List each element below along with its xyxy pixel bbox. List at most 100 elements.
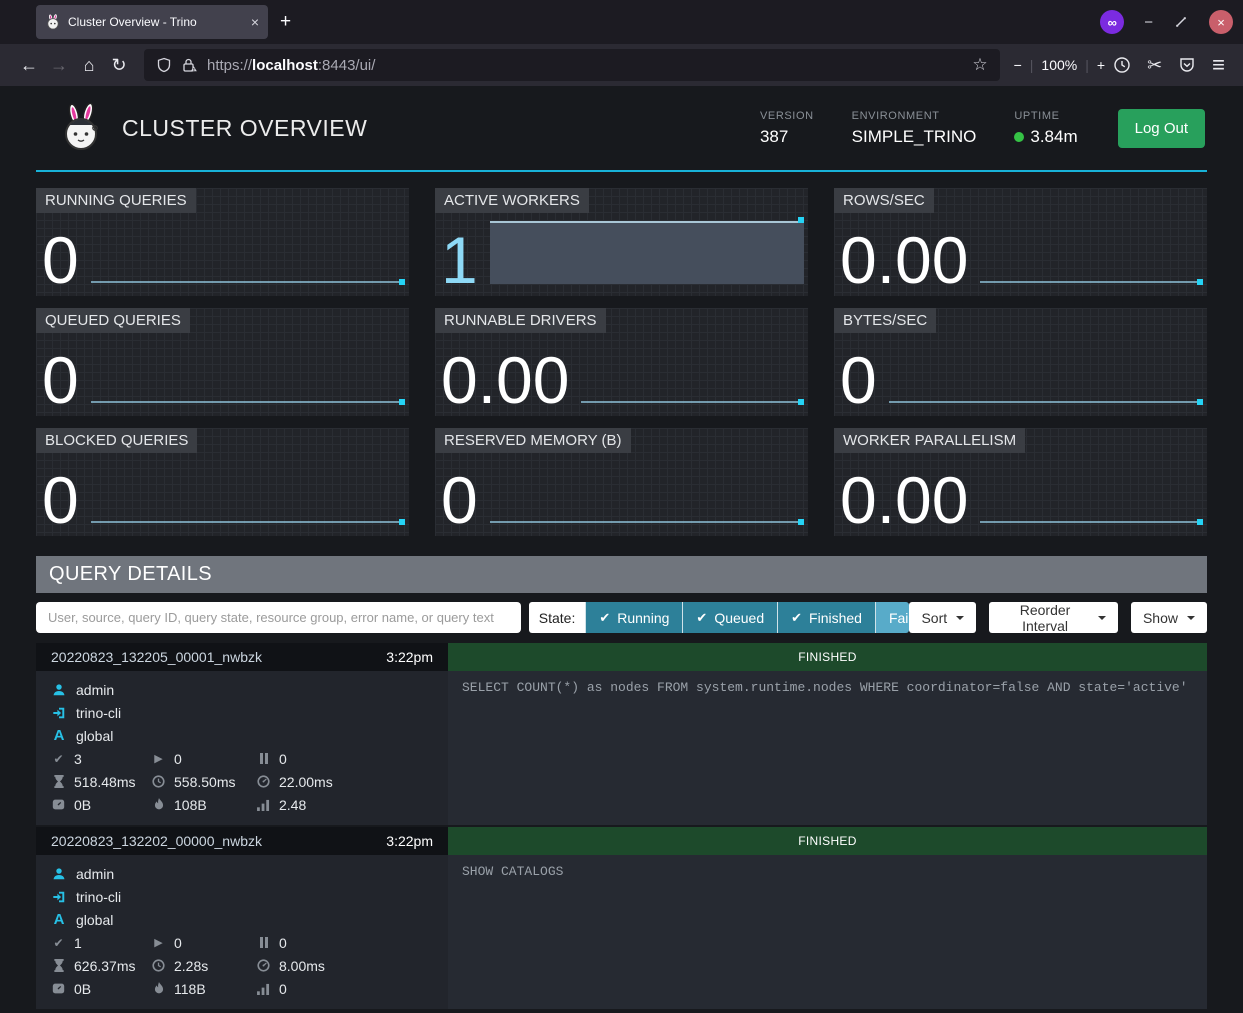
url-bar[interactable]: https://localhost:8443/ui/ ☆ (144, 49, 1000, 81)
resource-group-road-icon (51, 727, 67, 744)
stat-tile-rows-sec: ROWS/SEC 0.00 (834, 188, 1207, 296)
check-icon: ✔ (51, 752, 66, 766)
resource-group-road-icon (51, 911, 67, 928)
chevron-down-icon (1187, 616, 1195, 620)
query-info-panel: admin trino-cli global ✔3 0 (36, 671, 448, 825)
query-resource-group: global (76, 728, 113, 744)
query-source: trino-cli (76, 889, 121, 905)
play-icon (151, 936, 166, 949)
history-clock-icon[interactable] (1113, 56, 1131, 74)
show-dropdown[interactable]: Show (1131, 602, 1207, 633)
parallelism-bars-icon (256, 799, 271, 811)
stat-tile-reserved-memory: RESERVED MEMORY (B) 0 (435, 428, 808, 536)
lock-warning-icon[interactable] (181, 57, 198, 73)
clock-icon (151, 775, 166, 788)
query-search-input[interactable] (36, 602, 521, 633)
hourglass-icon (51, 959, 66, 972)
query-sql-text[interactable]: SELECT COUNT(*) as nodes FROM system.run… (448, 671, 1207, 825)
menu-hamburger-icon[interactable]: ≡ (1212, 52, 1225, 78)
browser-tab[interactable]: Cluster Overview - Trino × (36, 5, 268, 39)
trino-logo (58, 103, 104, 153)
sign-in-icon (51, 706, 67, 720)
sort-dropdown[interactable]: Sort (909, 602, 976, 633)
bookmark-star-icon[interactable]: ☆ (972, 55, 987, 75)
zoom-in-button[interactable]: + (1097, 57, 1105, 73)
tab-close-icon[interactable]: × (251, 14, 259, 30)
private-browsing-mask-icon: ∞ (1100, 10, 1124, 34)
window-minimize-button[interactable]: − (1144, 14, 1153, 31)
pause-icon (256, 753, 271, 764)
chevron-down-icon (956, 616, 964, 620)
query-header: 20220823_132202_00000_nwbzk 3:22pm (36, 827, 448, 855)
browser-navbar: ← → ⌂ ↻ https://localhost:8443/ui/ ☆ − |… (0, 44, 1243, 86)
check-icon (696, 609, 707, 626)
query-info-panel: admin trino-cli global ✔1 0 (36, 855, 448, 1009)
gauge-icon (256, 959, 271, 972)
state-filter-running[interactable]: Running (585, 602, 682, 633)
query-time: 3:22pm (386, 649, 433, 665)
sparkline (980, 188, 1203, 292)
scale-icon (51, 798, 66, 811)
stat-tile-blocked-queries: BLOCKED QUERIES 0 (36, 428, 409, 536)
stat-tile-running-queries: RUNNING QUERIES 0 (36, 188, 409, 296)
check-icon (599, 609, 610, 626)
stat-tile-active-workers: ACTIVE WORKERS 1 (435, 188, 808, 296)
back-icon[interactable]: ← (14, 55, 44, 76)
check-icon: ✔ (51, 936, 66, 950)
window-close-button[interactable]: × (1209, 10, 1233, 34)
query-status-badge: FINISHED (448, 827, 1207, 855)
query-header: 20220823_132205_00001_nwbzk 3:22pm (36, 643, 448, 671)
query-resource-group: global (76, 912, 113, 928)
home-icon[interactable]: ⌂ (74, 55, 104, 76)
fire-icon (151, 798, 166, 811)
sign-in-icon (51, 890, 67, 904)
query-list: 20220823_132205_00001_nwbzk 3:22pm FINIS… (36, 643, 1207, 1009)
new-tab-button[interactable]: + (280, 11, 291, 33)
stat-tile-queued-queries: QUEUED QUERIES 0 (36, 308, 409, 416)
hourglass-icon (51, 775, 66, 788)
url-text[interactable]: https://localhost:8443/ui/ (207, 57, 375, 74)
query-id-link[interactable]: 20220823_132205_00001_nwbzk (51, 649, 386, 665)
check-icon (791, 609, 802, 626)
query-filter-toolbar: State: Running Queued Finished Failed So… (36, 602, 1207, 633)
forward-icon: → (44, 55, 74, 76)
chevron-down-icon (1098, 616, 1106, 620)
trino-cluster-overview-page: CLUSTER OVERVIEW VERSION 387 ENVIRONMENT… (0, 86, 1243, 1013)
uptime-status-dot (1014, 132, 1024, 142)
screenshot-scissors-icon[interactable]: ✂ (1147, 55, 1162, 76)
reload-icon[interactable]: ↻ (104, 55, 134, 76)
gauge-icon (256, 775, 271, 788)
query-user: admin (76, 682, 114, 698)
query-user: admin (76, 866, 114, 882)
pocket-icon[interactable] (1178, 56, 1196, 74)
version-info: VERSION 387 (760, 110, 814, 147)
pause-icon (256, 937, 271, 948)
query-status-badge: FINISHED (448, 643, 1207, 671)
window-maximize-button[interactable] (1173, 14, 1189, 30)
uptime-info: UPTIME 3.84m (1014, 110, 1077, 147)
reorder-interval-dropdown[interactable]: Reorder Interval (989, 602, 1118, 633)
clock-icon (151, 959, 166, 972)
sparkline (581, 308, 804, 412)
tracking-shield-icon[interactable] (156, 57, 172, 73)
play-icon (151, 752, 166, 765)
zoom-out-button[interactable]: − (1014, 57, 1022, 73)
environment-info: ENVIRONMENT SIMPLE_TRINO (852, 110, 977, 147)
query-source: trino-cli (76, 705, 121, 721)
browser-titlebar: Cluster Overview - Trino × + ∞ − × (0, 0, 1243, 44)
app-header: CLUSTER OVERVIEW VERSION 387 ENVIRONMENT… (36, 86, 1207, 172)
logout-button[interactable]: Log Out (1118, 109, 1205, 148)
tab-title: Cluster Overview - Trino (68, 15, 244, 29)
query-time: 3:22pm (386, 833, 433, 849)
state-filter-finished[interactable]: Finished (777, 602, 875, 633)
fire-icon (151, 982, 166, 995)
state-filter-failed[interactable]: Failed (875, 602, 909, 633)
trino-favicon (45, 14, 61, 30)
parallelism-bars-icon (256, 983, 271, 995)
query-row: 20220823_132202_00000_nwbzk 3:22pm FINIS… (36, 827, 1207, 1009)
state-filter-queued[interactable]: Queued (682, 602, 777, 633)
zoom-level[interactable]: 100% (1041, 57, 1077, 73)
query-id-link[interactable]: 20220823_132202_00000_nwbzk (51, 833, 386, 849)
query-sql-text[interactable]: SHOW CATALOGS (448, 855, 1207, 1009)
state-filter-group: State: Running Queued Finished Failed (529, 602, 910, 633)
